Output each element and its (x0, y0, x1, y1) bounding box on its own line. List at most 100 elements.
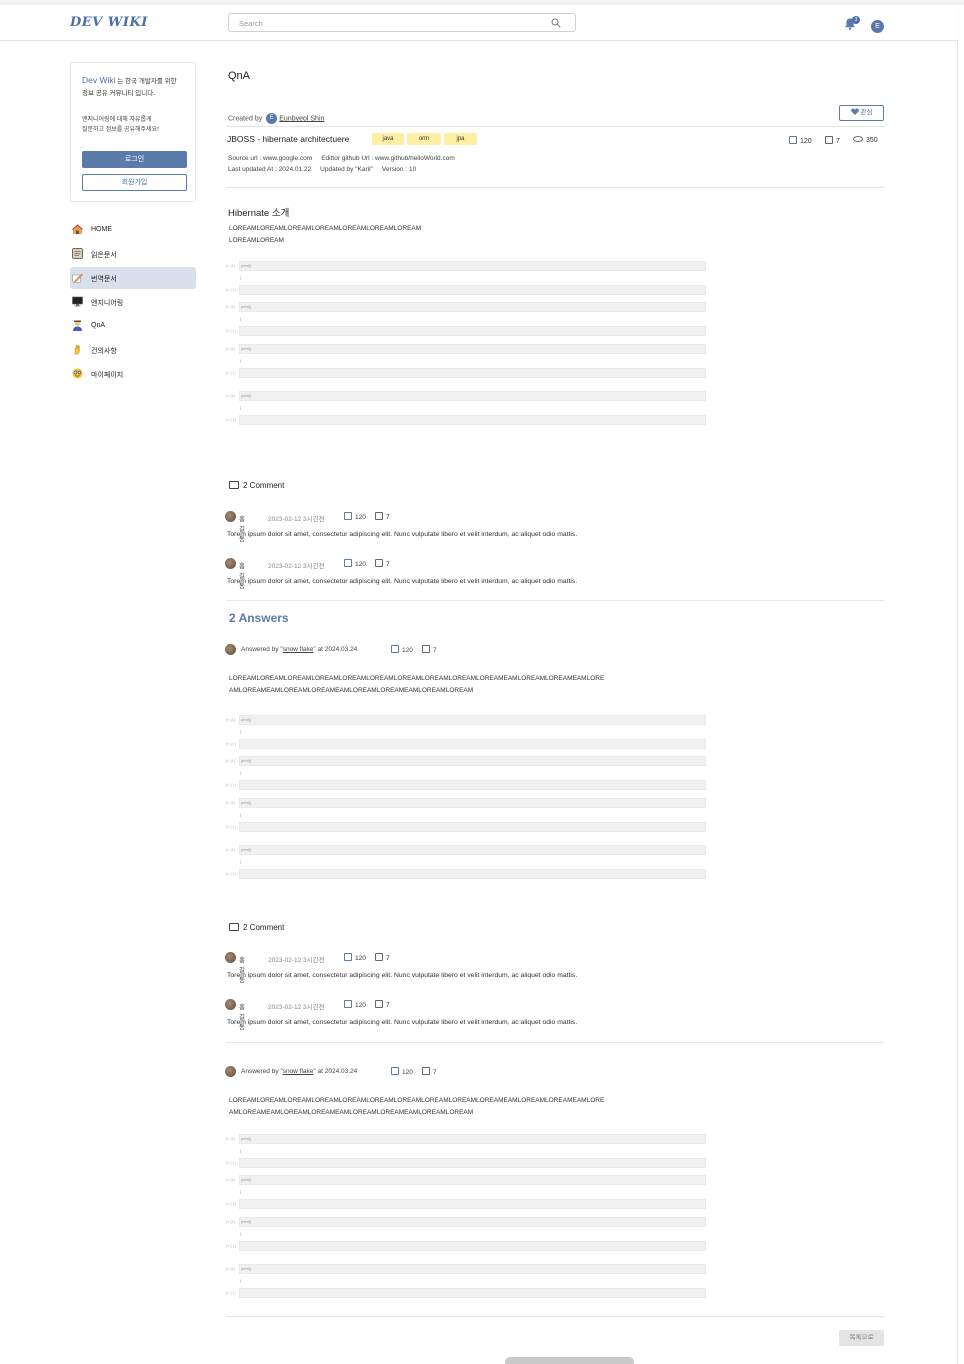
code-gutter: |< | ) | (226, 782, 237, 787)
house-icon (72, 224, 83, 234)
thumbs-down-icon (422, 1067, 430, 1075)
answered-by: Answered by "snow flake" at 2024.03.24 (241, 1068, 357, 1075)
sidebar-item-mypage[interactable]: 마이페이지 (70, 363, 196, 385)
code-text: print() (241, 1266, 252, 1271)
login-button[interactable]: 로그인 (82, 151, 187, 168)
sidebar-item-home[interactable]: HOME (70, 219, 196, 241)
answer-user-link[interactable]: snow flake (283, 646, 314, 653)
tag-jpa[interactable]: jpa (444, 133, 477, 145)
favorite-button[interactable]: 관심 (839, 105, 884, 121)
tag-orm[interactable]: orm (407, 133, 441, 145)
code-line-bg (239, 326, 706, 336)
code-gutter: |< |1| (226, 847, 235, 852)
search-input[interactable] (239, 17, 539, 29)
sidebar-item-suggestions[interactable]: 건의사항 (70, 339, 196, 361)
code-line-bg (239, 415, 706, 425)
comment-author[interactable]: 홍길동 (239, 560, 245, 590)
search-bar[interactable] (228, 13, 576, 32)
code-gutter: |< | ) | (226, 417, 237, 422)
dislike-count[interactable]: 7 (825, 136, 840, 145)
like-value: 120 (800, 138, 812, 145)
comment-author[interactable]: 홍길동 (239, 954, 245, 984)
code-line-bg (239, 1288, 706, 1298)
code-line-bg (239, 1175, 706, 1185)
comment-header: 2 Comment (229, 923, 284, 932)
answer-body-line: AMLOREAMEAMLOREAMLOREAMEAMLOREAMLOREAMEA… (229, 1109, 474, 1116)
like-count[interactable]: 120 (789, 136, 812, 145)
intro-text-1: 는 한국 개발자를 위한 (115, 78, 177, 85)
like-value: 120 (355, 561, 366, 568)
sidebar-item-label: QnA (91, 322, 106, 329)
code-text: print() (241, 1136, 252, 1141)
heart-icon (850, 108, 859, 115)
comment-dislike[interactable]: 7 (375, 953, 390, 962)
site-logo[interactable]: DEV WIKI (70, 15, 148, 30)
comment-author[interactable]: 홍길동 (239, 1001, 245, 1031)
comment-like[interactable]: 120 (344, 559, 366, 568)
intro-card: Dev Wiki 는 한국 개발자를 위한 정보 공유 커뮤니티 입니다. 엔지… (70, 62, 196, 202)
code-text: print() (241, 800, 252, 805)
sidebar-item-label: 건의사항 (91, 348, 117, 355)
code-gutter: |< |1| (226, 1219, 235, 1224)
thumbs-up-icon (789, 136, 797, 144)
code-text: print() (241, 304, 252, 309)
answer-body-line: LOREAMLOREAMLOREAMLOREAMLOREAMLOREAMLORE… (229, 675, 605, 682)
dislike-value: 7 (836, 138, 840, 145)
doc-meta-line-2: Last updated At : 2024.01.22 Updated by … (228, 166, 417, 173)
code-gutter: |< | ) | (226, 1290, 237, 1295)
avatar (225, 644, 236, 655)
sidebar-item-label: 읽은문서 (91, 252, 117, 259)
smiley-glasses-icon (72, 368, 83, 379)
code-gutter: |< | ) | (226, 1160, 237, 1165)
code-line-bg (239, 1217, 706, 1227)
comment-dislike[interactable]: 7 (375, 559, 390, 568)
sidebar-item-translated-docs[interactable]: 번역문서 (70, 267, 196, 289)
sidebar-item-read-docs[interactable]: 읽은문서 (70, 243, 196, 265)
back-to-list-button[interactable]: 목록으로 (839, 1330, 884, 1346)
signup-button[interactable]: 회원가입 (82, 174, 187, 191)
avatar (225, 558, 236, 569)
divider (226, 126, 884, 127)
code-line-bg (239, 798, 706, 808)
thumbs-up-icon (344, 512, 352, 520)
answer-user-link[interactable]: snow flake (283, 1068, 314, 1075)
bottom-scroll-handle[interactable] (505, 1357, 634, 1364)
like-value: 120 (355, 955, 366, 962)
code-gutter: |< |1| (226, 304, 235, 309)
answer-dislike[interactable]: 7 (422, 1067, 437, 1076)
comment-like[interactable]: 120 (344, 953, 366, 962)
comment-dislike[interactable]: 7 (375, 1000, 390, 1009)
like-value: 120 (402, 1069, 413, 1076)
comment-author[interactable]: 홍길동 (239, 513, 245, 543)
comment-count: 2 Comment (243, 481, 285, 490)
code-line-bg (239, 739, 706, 749)
thumbs-down-icon (375, 559, 383, 567)
code-brace: } (240, 275, 242, 280)
code-text: print() (241, 758, 252, 763)
sidebar-item-engineering[interactable]: 엔지니어링 (70, 291, 196, 313)
code-text: print() (241, 346, 252, 351)
comment-body: Torem ipsum dolor sit amet, consectetur … (227, 578, 578, 585)
code-line-bg (239, 715, 706, 725)
comment-like[interactable]: 120 (344, 512, 366, 521)
code-gutter: |< | ) | (226, 328, 237, 333)
search-icon[interactable] (551, 18, 561, 28)
code-line-bg (239, 822, 706, 832)
dislike-value: 7 (386, 955, 390, 962)
tag-java[interactable]: java (372, 133, 404, 145)
answer-like[interactable]: 120 (391, 645, 413, 654)
comment-dislike[interactable]: 7 (375, 512, 390, 521)
sidebar-item-qna[interactable]: QnA (70, 315, 196, 337)
answer-like[interactable]: 120 (391, 1067, 413, 1076)
comment-date: 2023-02-12 3시간전 (268, 563, 325, 570)
thumbs-up-icon (344, 953, 352, 961)
answer-dislike[interactable]: 7 (422, 645, 437, 654)
author-link[interactable]: Eunbyeol Shin (279, 115, 324, 122)
code-gutter: |< |1| (226, 800, 235, 805)
dislike-value: 7 (433, 647, 437, 654)
comment-like[interactable]: 120 (344, 1000, 366, 1009)
divider (226, 1316, 884, 1317)
user-avatar[interactable]: E (871, 20, 884, 33)
comment-body: Torem ipsum dolor sit amet, consectetur … (227, 531, 578, 538)
code-line-bg (239, 1158, 706, 1168)
